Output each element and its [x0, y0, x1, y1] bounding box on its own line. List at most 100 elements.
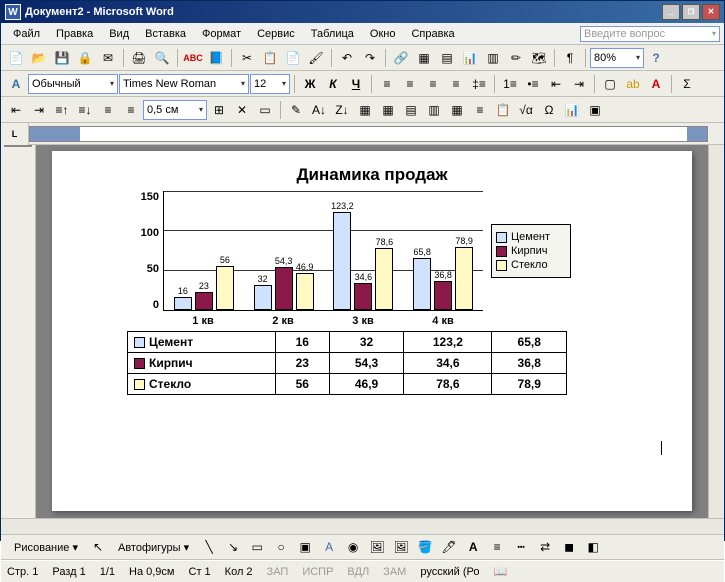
vertical-ruler[interactable] [4, 145, 32, 147]
font-combo[interactable]: Times New Roman▾ [119, 74, 249, 94]
columns-button[interactable]: ▥ [482, 47, 504, 69]
cut-button[interactable]: ✂ [236, 47, 258, 69]
numbered-list-button[interactable]: 1≡ [499, 73, 521, 95]
horizontal-scrollbar[interactable] [1, 518, 724, 534]
copy-button[interactable]: 📋 [259, 47, 281, 69]
line-spacing-button[interactable]: ‡≡ [468, 73, 490, 95]
font-color-draw-button[interactable]: A [462, 536, 484, 558]
clipart-button[interactable]: 🖼 [366, 536, 388, 558]
email-button[interactable]: ✉ [97, 47, 119, 69]
menu-edit[interactable]: Правка [48, 26, 101, 42]
sort-asc-button[interactable]: A↓ [308, 99, 330, 121]
save-button[interactable]: 💾 [51, 47, 73, 69]
help-button[interactable]: ? [645, 47, 667, 69]
grid-button[interactable]: ⊞ [208, 99, 230, 121]
picture-button[interactable]: 🖼 [390, 536, 412, 558]
minimize-button[interactable]: _ [662, 4, 680, 20]
font-color-button[interactable]: A [645, 73, 667, 95]
frame-button[interactable]: ▭ [254, 99, 276, 121]
styles-pane-button[interactable]: A [5, 73, 27, 95]
shadow-button[interactable]: ◼ [558, 536, 580, 558]
spellcheck-status-icon[interactable]: 📖 [494, 565, 508, 578]
align-center-button[interactable]: ≡ [399, 73, 421, 95]
fontsize-combo[interactable]: 12▾ [250, 74, 290, 94]
increase-indent-button[interactable]: ⇥ [568, 73, 590, 95]
close-button[interactable]: ✕ [702, 4, 720, 20]
para-before-button[interactable]: ≡↑ [51, 99, 73, 121]
menu-file[interactable]: Файл [5, 26, 48, 42]
table-btn2[interactable]: ▦ [377, 99, 399, 121]
textbox-button[interactable]: ▣ [294, 536, 316, 558]
ruler-corner[interactable]: L [1, 123, 29, 145]
line-button[interactable]: ╲ [198, 536, 220, 558]
undo-button[interactable]: ↶ [336, 47, 358, 69]
insert-table-button[interactable]: ▤ [436, 47, 458, 69]
menu-window[interactable]: Окно [362, 26, 404, 42]
format-painter-button[interactable]: 🖌 [305, 47, 327, 69]
horizontal-ruler[interactable] [29, 126, 708, 142]
paste-special-button[interactable]: 📋 [492, 99, 514, 121]
italic-button[interactable]: К [322, 73, 344, 95]
diagram-button[interactable]: ◉ [342, 536, 364, 558]
decrease-indent-button[interactable]: ⇤ [545, 73, 567, 95]
indent-inc-button[interactable]: ⇥ [28, 99, 50, 121]
docmap-button[interactable]: 🗺 [528, 47, 550, 69]
snap-button[interactable]: ✕ [231, 99, 253, 121]
3d-button[interactable]: ◧ [582, 536, 604, 558]
spellcheck-button[interactable]: ABC [182, 47, 204, 69]
highlight-button[interactable]: ab [622, 73, 644, 95]
dash-style-button[interactable]: ┅ [510, 536, 532, 558]
oval-button[interactable]: ○ [270, 536, 292, 558]
insert-excel-button[interactable]: 📊 [459, 47, 481, 69]
wordart-button[interactable]: A [318, 536, 340, 558]
show-marks-button[interactable]: ¶ [559, 47, 581, 69]
chart-button[interactable]: 📊 [561, 99, 583, 121]
sum-button[interactable]: Σ [676, 73, 698, 95]
justify-button[interactable]: ≡ [445, 73, 467, 95]
table-btn4[interactable]: ▥ [423, 99, 445, 121]
document-area[interactable]: Динамика продаж 150 100 50 0 1623563254,… [36, 145, 708, 518]
maximize-button[interactable]: ❐ [682, 4, 700, 20]
line-before-button[interactable]: ≡ [97, 99, 119, 121]
line-color-button[interactable]: 🖊 [438, 536, 460, 558]
table-draw-button[interactable]: ✎ [285, 99, 307, 121]
bold-button[interactable]: Ж [299, 73, 321, 95]
open-button[interactable]: 📂 [28, 47, 50, 69]
rectangle-button[interactable]: ▭ [246, 536, 268, 558]
help-search-input[interactable]: Введите вопрос▾ [580, 26, 720, 42]
indent-combo[interactable]: 0,5 см▾ [143, 100, 207, 120]
object-button[interactable]: ▣ [584, 99, 606, 121]
research-button[interactable]: 📘 [205, 47, 227, 69]
indent-dec-button[interactable]: ⇤ [5, 99, 27, 121]
align-right-button[interactable]: ≡ [422, 73, 444, 95]
vertical-scrollbar[interactable] [708, 145, 724, 518]
style-combo[interactable]: Обычный▾ [28, 74, 118, 94]
menu-help[interactable]: Справка [403, 26, 462, 42]
table-btn5[interactable]: ▦ [446, 99, 468, 121]
bulleted-list-button[interactable]: •≡ [522, 73, 544, 95]
fill-color-button[interactable]: 🪣 [414, 536, 436, 558]
chart-object[interactable]: Динамика продаж 150 100 50 0 1623563254,… [127, 165, 617, 395]
menu-format[interactable]: Формат [194, 26, 249, 42]
table-btn1[interactable]: ▦ [354, 99, 376, 121]
arrow-button[interactable]: ↘ [222, 536, 244, 558]
underline-button[interactable]: Ч [345, 73, 367, 95]
line-after-button[interactable]: ≡ [120, 99, 142, 121]
arrow-style-button[interactable]: ⇄ [534, 536, 556, 558]
menu-insert[interactable]: Вставка [137, 26, 194, 42]
new-doc-button[interactable]: 📄 [5, 47, 27, 69]
align-left-button[interactable]: ≡ [376, 73, 398, 95]
equation-button[interactable]: √α [515, 99, 537, 121]
menu-view[interactable]: Вид [101, 26, 137, 42]
autoshapes-menu[interactable]: Автофигуры ▾ [111, 538, 196, 557]
print-button[interactable]: 🖨 [128, 47, 150, 69]
menu-table[interactable]: Таблица [303, 26, 362, 42]
autotext-button[interactable]: ≡ [469, 99, 491, 121]
drawing-toolbar-button[interactable]: ✏ [505, 47, 527, 69]
select-objects-button[interactable]: ↖ [87, 536, 109, 558]
line-style-button[interactable]: ≡ [486, 536, 508, 558]
zoom-combo[interactable]: 80%▾ [590, 48, 644, 68]
table-btn3[interactable]: ▤ [400, 99, 422, 121]
borders-button[interactable]: ▢ [599, 73, 621, 95]
redo-button[interactable]: ↷ [359, 47, 381, 69]
